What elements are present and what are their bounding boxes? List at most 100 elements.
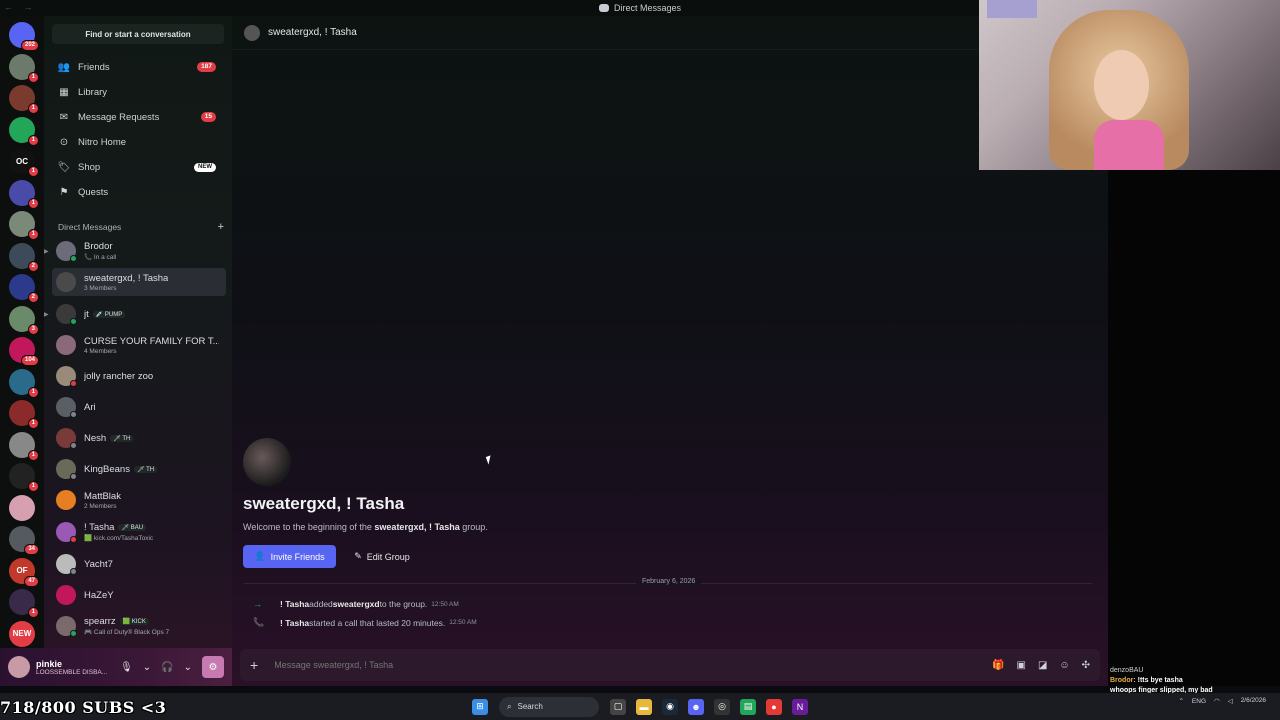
status-indicator bbox=[70, 473, 77, 480]
user-avatar[interactable] bbox=[8, 656, 30, 678]
webcam-overlay bbox=[979, 0, 1280, 170]
sticker-icon[interactable]: ◪ bbox=[1038, 660, 1047, 671]
dm-name: Brodor bbox=[84, 241, 113, 252]
server-icon[interactable]: 1 bbox=[9, 431, 39, 461]
nitro-icon: ⊙ bbox=[59, 136, 69, 148]
sidebar-item-friends[interactable]: 👥 Friends 187 bbox=[52, 56, 224, 78]
next-app-icon[interactable]: N bbox=[792, 698, 808, 715]
apps-icon[interactable]: ✣ bbox=[1082, 660, 1090, 671]
dm-item[interactable]: CURSE YOUR FAMILY FOR T... 4 Members bbox=[52, 331, 226, 359]
server-icon[interactable] bbox=[9, 494, 35, 521]
server-icon[interactable]: 1 bbox=[9, 116, 39, 146]
server-icon[interactable]: 3 bbox=[9, 305, 39, 335]
clan-tag: 🗡 TH bbox=[133, 465, 158, 473]
window-title: Direct Messages bbox=[613, 3, 682, 13]
settings-gear-icon[interactable]: ⚙ bbox=[202, 656, 224, 678]
group-avatar-large bbox=[243, 438, 291, 486]
server-badge: 1 bbox=[27, 481, 39, 492]
dm-item[interactable]: spearrz 🟩 KICK 🎮 Call of Duty® Black Ops 7 bbox=[52, 612, 226, 640]
server-icon[interactable]: 2 bbox=[9, 242, 39, 272]
chrome-icon[interactable]: ● bbox=[766, 698, 782, 715]
sidebar-item-library[interactable]: ▦ Library bbox=[52, 81, 224, 103]
task-view-icon[interactable]: ▢ bbox=[610, 698, 626, 715]
headphones-icon[interactable]: 🎧 bbox=[161, 662, 173, 673]
gif-icon[interactable]: ▣ bbox=[1016, 660, 1025, 671]
steam-icon[interactable]: ◉ bbox=[662, 698, 678, 715]
server-badge: 1 bbox=[27, 229, 39, 240]
invite-friends-button[interactable]: 👤 Invite Friends bbox=[243, 545, 336, 568]
gift-icon[interactable]: 🎁 bbox=[992, 660, 1004, 671]
server-icon[interactable]: 1 bbox=[9, 85, 39, 114]
server-badge: 47 bbox=[24, 575, 39, 587]
obs-icon[interactable]: ◎ bbox=[714, 698, 730, 715]
message-actor[interactable]: ! Tasha bbox=[280, 618, 309, 628]
server-icon[interactable]: 1 bbox=[9, 179, 39, 209]
server-icon[interactable]: 104 bbox=[9, 337, 39, 366]
tray-chevron-icon[interactable]: ⌃ bbox=[1178, 697, 1183, 705]
dm-item[interactable]: sweatergxd, ! Tasha 3 Members bbox=[52, 268, 226, 296]
server-icon[interactable]: 1 bbox=[9, 589, 39, 618]
sidebar-item-quests[interactable]: ⚑ Quests bbox=[52, 181, 224, 203]
server-icon[interactable]: 202 bbox=[9, 22, 39, 51]
emoji-icon[interactable]: ☺ bbox=[1059, 660, 1069, 671]
chevron-down-icon[interactable]: ⌄ bbox=[184, 662, 192, 673]
dm-item[interactable]: HaZeY bbox=[52, 581, 226, 609]
invite-friends-label: Invite Friends bbox=[270, 551, 325, 562]
dm-item[interactable]: Ari bbox=[52, 393, 226, 421]
server-badge: 1 bbox=[27, 449, 39, 461]
dm-item[interactable]: MattBlak 2 Members bbox=[52, 486, 226, 514]
new-badge: NEW bbox=[194, 162, 216, 172]
add-user-icon: 👤 bbox=[254, 551, 266, 561]
sidebar-item-shop[interactable]: 🏷 Shop NEW bbox=[52, 156, 224, 178]
clan-tag: 🟩 KICK bbox=[119, 618, 149, 625]
message-target[interactable]: sweatergxd bbox=[333, 599, 380, 609]
chat-user: denzoBAU bbox=[1110, 667, 1144, 674]
server-badge: 104 bbox=[20, 355, 39, 366]
status-indicator bbox=[70, 255, 77, 262]
message-actor[interactable]: ! Tasha bbox=[280, 599, 309, 609]
attach-plus-icon[interactable]: + bbox=[250, 657, 258, 673]
sidebar-item-nitro-home[interactable]: ⊙ Nitro Home bbox=[52, 131, 224, 153]
find-conversation-button[interactable]: Find or start a conversation bbox=[52, 24, 224, 44]
server-icon[interactable]: 1 bbox=[9, 53, 39, 83]
sidebar-item-label: Nitro Home bbox=[78, 136, 127, 148]
discord-taskbar-icon[interactable]: ☻ bbox=[688, 698, 704, 715]
server-icon[interactable]: 34 bbox=[9, 526, 39, 555]
dm-item[interactable]: ▶ Brodor 📞 In a call bbox=[44, 237, 226, 265]
server-icon[interactable]: OC 1 bbox=[9, 148, 39, 177]
wall-picture bbox=[987, 0, 1037, 18]
dm-item[interactable]: KingBeans 🗡 TH bbox=[52, 455, 226, 483]
taskbar-search[interactable]: ⌕ Search bbox=[499, 696, 599, 717]
tray-lang[interactable]: ENG bbox=[1192, 698, 1206, 705]
server-icon[interactable]: OF 47 bbox=[9, 557, 39, 587]
tray-clock[interactable]: 2/6/2026 bbox=[1241, 697, 1266, 705]
server-icon[interactable]: 1 bbox=[9, 463, 39, 492]
server-icon[interactable]: NEW bbox=[9, 620, 35, 647]
dm-item[interactable]: Yacht7 bbox=[52, 550, 226, 578]
sidebar-item-message-requests[interactable]: ✉ Message Requests 15 bbox=[52, 106, 224, 128]
dm-item[interactable]: jolly rancher zoo bbox=[52, 362, 226, 390]
message-input[interactable] bbox=[274, 660, 875, 670]
nav-arrows[interactable]: ← → bbox=[4, 2, 37, 12]
dm-item[interactable]: ▶ jt 💉 PUMP bbox=[44, 300, 226, 328]
server-icon[interactable]: 1 bbox=[9, 400, 39, 429]
volume-icon[interactable]: ◁ bbox=[1228, 697, 1233, 705]
server-icon[interactable]: 2 bbox=[9, 274, 39, 303]
server-badge: 1 bbox=[27, 418, 39, 429]
avatar bbox=[56, 554, 77, 575]
chevron-down-icon[interactable]: ⌄ bbox=[143, 662, 151, 673]
sidebar-item-label: Message Requests bbox=[78, 111, 160, 123]
dm-item[interactable]: Nesh 🗡 TH bbox=[52, 424, 226, 452]
server-icon[interactable]: 1 bbox=[9, 211, 39, 240]
app-icon[interactable]: ▤ bbox=[740, 698, 756, 715]
create-dm-icon[interactable]: + bbox=[218, 221, 224, 233]
status-indicator bbox=[70, 318, 77, 325]
dm-item[interactable]: ! Tasha 🗡 BAU 🟩 kick.com/TashaToxic bbox=[52, 518, 226, 546]
date-divider: February 6, 2026 bbox=[636, 578, 702, 585]
windows-start-icon[interactable]: ⊞ bbox=[472, 698, 488, 715]
microphone-icon[interactable]: 🎙 bbox=[120, 662, 133, 673]
wifi-icon[interactable]: ◠ bbox=[1214, 697, 1220, 705]
file-explorer-icon[interactable]: ▬ bbox=[636, 698, 652, 715]
edit-group-button[interactable]: ✎ Edit Group bbox=[347, 545, 417, 568]
server-icon[interactable]: 1 bbox=[9, 368, 39, 398]
